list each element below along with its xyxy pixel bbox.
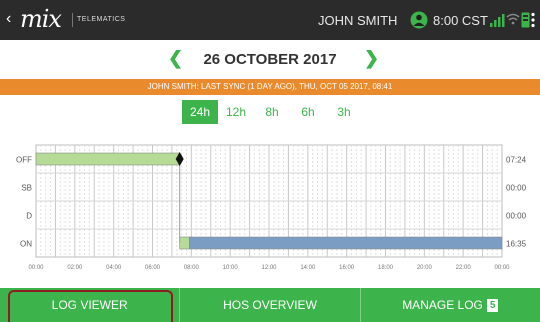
date-navigator: ❮ 26 OCTOBER 2017 ❯ [0, 40, 540, 78]
tab-24h[interactable]: 24h [182, 100, 218, 124]
x-tick-label: 18:00 [378, 265, 394, 271]
wifi-icon [506, 13, 520, 25]
x-tick-label: 02:00 [67, 265, 83, 271]
x-tick-label: 22:00 [456, 265, 472, 271]
x-tick-label: 00:00 [494, 265, 510, 271]
tab-8h[interactable]: 8h [254, 100, 290, 124]
last-sync-banner: JOHN SMITH: LAST SYNC (1 DAY AGO), THU, … [0, 79, 540, 95]
x-tick-label: 08:00 [184, 265, 200, 271]
log-viewer-label: LOG VIEWER [51, 298, 128, 312]
row-total-d: 00:00 [506, 212, 527, 221]
logo-divider [72, 13, 73, 27]
row-label-d: D [26, 212, 32, 221]
row-label-on: ON [20, 240, 32, 249]
row-label-off: OFF [16, 156, 32, 165]
device-icon [521, 12, 530, 28]
row-label-sb: SB [21, 184, 32, 193]
driver-name[interactable]: JOHN SMITH [318, 13, 397, 28]
x-tick-label: 12:00 [261, 265, 277, 271]
duty-segment-on [179, 236, 190, 250]
x-tick-label: 20:00 [417, 265, 433, 271]
logo-subtitle: TELEMATICS [77, 16, 126, 23]
manage-log-label: MANAGE LOG [402, 298, 483, 312]
time-range-tabs: 24h 12h 8h 6h 3h [182, 100, 362, 124]
x-tick-label: 14:00 [300, 265, 316, 271]
duty-segment-off [35, 152, 180, 166]
x-tick-label: 06:00 [145, 265, 161, 271]
signal-icon [490, 14, 505, 27]
log-viewer-button[interactable]: LOG VIEWER [0, 288, 179, 322]
next-day-button[interactable]: ❯ [364, 48, 379, 69]
tab-6h[interactable]: 6h [290, 100, 326, 124]
time-display: 8:00 CST [433, 13, 488, 28]
log-graph[interactable]: OFF 07:24 SB 00:00 D 00:00 ON 16:35 00:00 02:00 04… [0, 125, 540, 285]
x-tick-label: 00:00 [28, 265, 44, 271]
duty-segment-on [189, 236, 503, 250]
hos-overview-label: HOS OVERVIEW [223, 298, 317, 312]
hos-log-chart[interactable]: OFF 07:24 SB 00:00 D 00:00 ON 16:35 00:00 02:00 04… [0, 125, 540, 285]
driver-status-icon[interactable] [410, 11, 428, 29]
tab-12h[interactable]: 12h [218, 100, 254, 124]
manage-log-count-badge: 5 [486, 299, 499, 312]
tab-3h[interactable]: 3h [326, 100, 362, 124]
x-tick-label: 04:00 [106, 265, 122, 271]
hos-overview-button[interactable]: HOS OVERVIEW [179, 288, 359, 322]
row-total-on: 16:35 [506, 240, 527, 249]
x-tick-label: 16:00 [339, 265, 355, 271]
manage-log-button[interactable]: MANAGE LOG 5 [359, 288, 540, 322]
back-icon[interactable]: ‹ [6, 10, 11, 28]
x-tick-label: 10:00 [223, 265, 239, 271]
row-total-off: 07:24 [506, 156, 527, 165]
mix-logo: mix [20, 5, 62, 33]
top-bar: ‹ mix TELEMATICS JOHN SMITH 8:00 CST [0, 0, 540, 40]
overflow-menu-icon[interactable] [531, 12, 535, 28]
bottom-navigation: LOG VIEWER HOS OVERVIEW MANAGE LOG 5 [0, 288, 540, 322]
app-root: ‹ mix TELEMATICS JOHN SMITH 8:00 CST ❮ 2… [0, 0, 540, 322]
current-date: 26 OCTOBER 2017 [203, 51, 337, 68]
row-total-sb: 00:00 [506, 184, 527, 193]
